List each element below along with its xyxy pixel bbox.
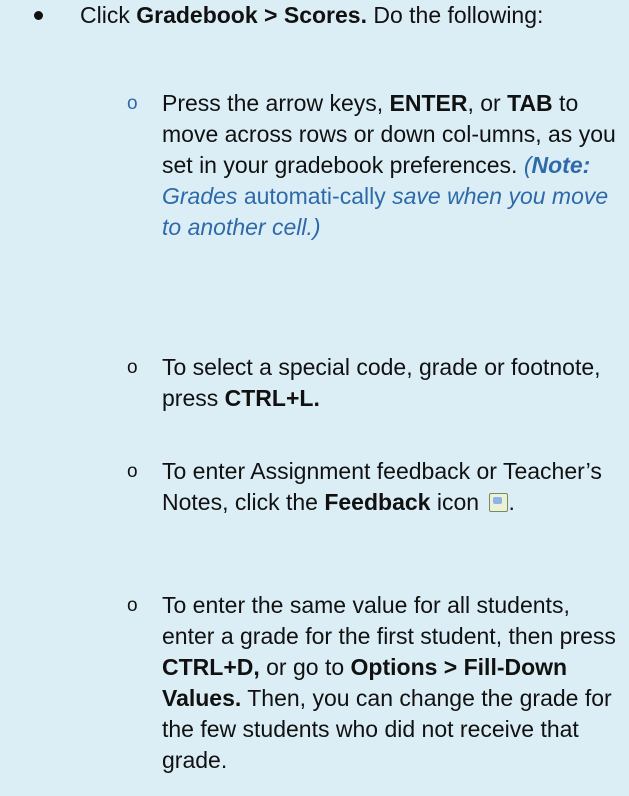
sub-bullet-marker: o: [127, 357, 138, 378]
feedback-icon: [489, 493, 509, 512]
tab-key-label: TAB: [507, 90, 553, 116]
sub-bullet-marker: o: [127, 595, 138, 616]
main-instruction-lead: Click: [80, 2, 137, 28]
ctrl-l-shortcut: CTRL+L.: [224, 385, 320, 411]
ctrl-d-shortcut: CTRL+D,: [162, 654, 260, 680]
gradebook-scores-path: Gradebook > Scores.: [136, 2, 367, 28]
sub-bullet-marker: o: [127, 93, 138, 114]
sub-step-text: To select a special code, grade or footn…: [162, 354, 601, 411]
note-label: Note:: [531, 152, 591, 178]
feedback-label: Feedback: [324, 489, 431, 515]
sub-bullet-marker: o: [127, 461, 138, 482]
sub-step-text: To enter Assignment feedback or Teacher’…: [162, 458, 602, 515]
document-page: Click Gradebook > Scores. Do the followi…: [0, 0, 629, 796]
sub-step-text: Press the arrow keys, ENTER, or TAB to m…: [162, 90, 616, 240]
sub-step-text: To enter the same value for all students…: [162, 592, 616, 773]
enter-key-label: ENTER: [389, 90, 468, 116]
bullet-marker: [8, 0, 68, 31]
main-instruction-rest: Do the following:: [366, 2, 544, 28]
main-instruction: Click Gradebook > Scores. Do the followi…: [80, 0, 600, 31]
